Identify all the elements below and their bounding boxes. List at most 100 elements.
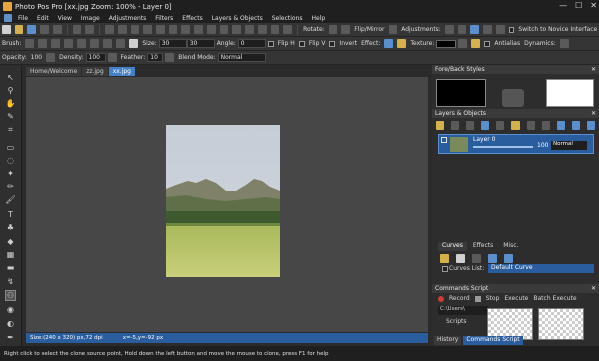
feather-input[interactable]: 10: [147, 53, 164, 62]
panel-close-icon[interactable]: ✕: [591, 65, 596, 74]
tab-curves[interactable]: Curves: [438, 242, 467, 251]
paste-icon[interactable]: [130, 25, 140, 34]
scripts-folder[interactable]: Scripts: [446, 318, 467, 325]
swap-colors-icon[interactable]: [502, 89, 524, 107]
size-input-2[interactable]: 30: [186, 39, 215, 48]
texture-swatch[interactable]: [436, 39, 457, 48]
tab-effects[interactable]: Effects: [469, 242, 497, 251]
size-input[interactable]: 30: [158, 39, 187, 48]
lasso-tool-icon[interactable]: ◌: [5, 155, 16, 166]
panel-close-icon[interactable]: ✕: [591, 284, 596, 293]
novice-label[interactable]: Switch to Novice Interface: [518, 26, 597, 33]
app-menu-icon[interactable]: [4, 14, 12, 22]
flip-v-checkbox[interactable]: [298, 40, 305, 47]
brush-shape-icon[interactable]: [38, 39, 48, 48]
undo-icon[interactable]: [72, 25, 82, 34]
zoom-tool-icon[interactable]: ⚲: [5, 85, 16, 96]
brightness-icon[interactable]: [457, 25, 467, 34]
new-icon[interactable]: [2, 25, 11, 34]
eraser-tool-icon[interactable]: ▬: [5, 262, 16, 273]
menu-filters[interactable]: Filters: [155, 15, 173, 22]
curve-up-icon[interactable]: [488, 254, 497, 263]
menu-view[interactable]: View: [58, 15, 72, 22]
invert-label[interactable]: Invert: [339, 40, 357, 47]
close-button[interactable]: ✕: [590, 1, 597, 10]
curves-list-checkbox[interactable]: [442, 266, 448, 272]
layer-tool-icon[interactable]: [466, 120, 475, 130]
layer-row[interactable]: Layer 0 100 Normal: [438, 134, 594, 154]
brush-shape-icon[interactable]: [116, 39, 126, 48]
menu-file[interactable]: File: [18, 15, 28, 22]
photo-canvas[interactable]: [166, 125, 280, 277]
angle-input[interactable]: 0: [237, 39, 266, 48]
brush-tool-icon[interactable]: 🖌: [5, 194, 16, 205]
flip-v-label[interactable]: Flip V: [309, 40, 326, 47]
flip-h-label[interactable]: Flip H: [278, 40, 295, 47]
menu-layers-objects[interactable]: Layers & Objects: [212, 15, 263, 22]
path-field[interactable]: C:\Users\: [438, 306, 488, 315]
layer-up-icon[interactable]: [556, 120, 565, 130]
menu-adjustments[interactable]: Adjustments: [109, 15, 147, 22]
text-icon[interactable]: [245, 25, 254, 34]
tab-misc[interactable]: Misc.: [499, 242, 522, 251]
invert-checkbox[interactable]: [329, 40, 336, 47]
texture-open-icon[interactable]: [471, 39, 481, 48]
panel-close-icon[interactable]: ✕: [591, 109, 596, 118]
move-tool-icon[interactable]: ↖: [5, 72, 16, 83]
pencil-tool-icon[interactable]: ✏: [5, 181, 16, 192]
grid-icon[interactable]: [219, 25, 229, 34]
ruler-icon[interactable]: [232, 25, 242, 34]
rect-select-tool-icon[interactable]: ▭: [5, 142, 16, 153]
layer-opacity-value[interactable]: 100: [537, 142, 548, 149]
curve-delete-icon[interactable]: [472, 254, 481, 263]
tab-home-welcome[interactable]: Home/Welcome: [26, 67, 82, 76]
brush-shape-icon[interactable]: [103, 39, 113, 48]
tab-commands-script[interactable]: Commands Script: [463, 336, 523, 345]
layer-opacity-slider[interactable]: [473, 146, 533, 148]
record-icon[interactable]: [438, 295, 444, 302]
layer-tool-icon[interactable]: [451, 120, 460, 130]
color-icon[interactable]: [470, 25, 480, 34]
antialias-label[interactable]: Antialias: [494, 40, 520, 47]
fill-tool-icon[interactable]: ◆: [5, 236, 16, 247]
levels-icon[interactable]: [483, 25, 492, 34]
fit-icon[interactable]: [194, 25, 203, 34]
curve-down-icon[interactable]: [504, 254, 513, 263]
curve-item[interactable]: Default Curve: [488, 264, 594, 273]
flip-h-checkbox[interactable]: [267, 40, 274, 47]
novice-checkbox[interactable]: [508, 26, 515, 33]
tab-history[interactable]: History: [434, 336, 462, 345]
zoom-out-icon[interactable]: [181, 25, 191, 34]
flip-icon[interactable]: [388, 25, 398, 34]
layer-merge-icon[interactable]: [586, 120, 596, 130]
pen-tool-icon[interactable]: ✒: [5, 332, 16, 343]
brush-shape-icon[interactable]: [64, 39, 74, 48]
layer-blend-select[interactable]: Normal: [551, 141, 587, 150]
dynamics-icon[interactable]: [559, 39, 569, 48]
menu-help[interactable]: Help: [312, 15, 326, 22]
magic-wand-tool-icon[interactable]: ✦: [5, 168, 16, 179]
batch-execute-button[interactable]: Batch Execute: [533, 295, 576, 302]
record-button[interactable]: Record: [449, 295, 470, 302]
effect-2-icon[interactable]: [397, 39, 407, 48]
gradient-tool-icon[interactable]: ▦: [5, 249, 16, 260]
texture-icon[interactable]: [458, 39, 468, 48]
tab-zz-jpg[interactable]: zz.jpg: [82, 67, 108, 76]
frame-icon[interactable]: [270, 25, 280, 34]
resize-icon[interactable]: [156, 25, 165, 34]
shape-tool-icon[interactable]: ◐: [5, 318, 16, 329]
brush-shape-icon[interactable]: [77, 39, 87, 48]
scan-icon[interactable]: [40, 25, 49, 34]
stop-button[interactable]: Stop: [486, 295, 500, 302]
rotate-left-icon[interactable]: [328, 25, 338, 34]
crop-icon[interactable]: [143, 25, 153, 34]
brush-shape-icon[interactable]: [25, 39, 35, 48]
menu-image[interactable]: Image: [81, 15, 100, 22]
background-swatch[interactable]: [546, 79, 594, 107]
layer-tool-icon[interactable]: [496, 120, 505, 130]
brush-star-icon[interactable]: [129, 39, 139, 48]
layer-tool-icon[interactable]: [526, 120, 535, 130]
zoom-in-icon[interactable]: [168, 25, 178, 34]
execute-button[interactable]: Execute: [504, 295, 528, 302]
stop-icon[interactable]: [474, 295, 481, 302]
